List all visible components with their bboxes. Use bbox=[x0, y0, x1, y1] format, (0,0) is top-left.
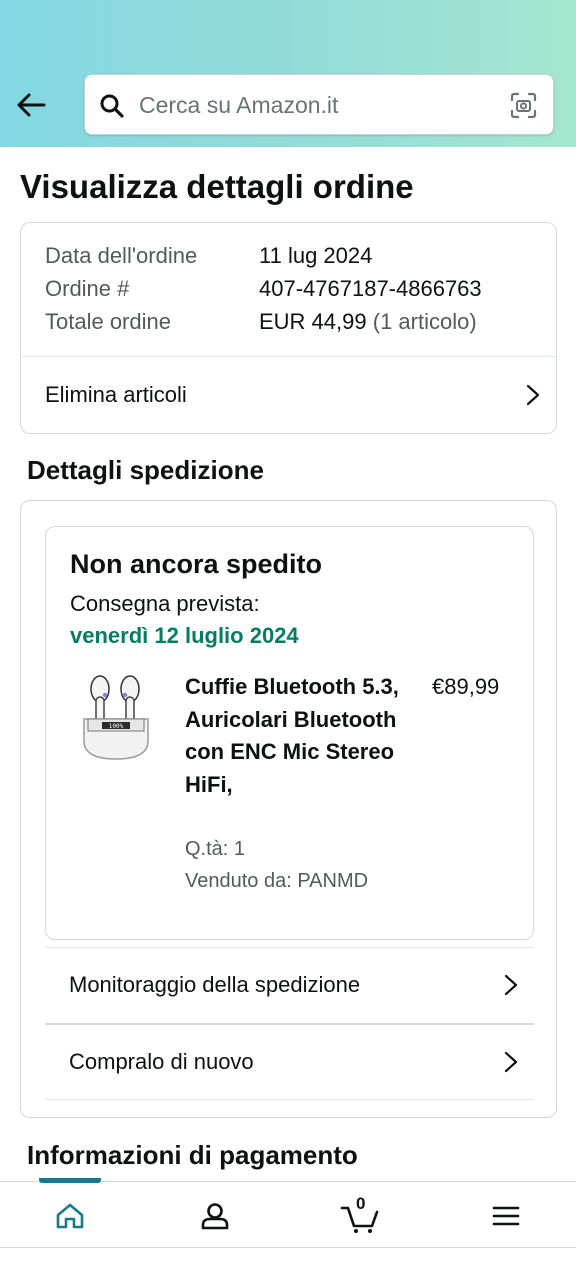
cart-count-badge: 0 bbox=[356, 1194, 366, 1213]
menu-icon bbox=[492, 1206, 520, 1226]
order-number-value: 407-4767187-4866763 bbox=[259, 276, 482, 301]
shipment-item-card: Non ancora spedito Consegna prevista: ve… bbox=[45, 526, 534, 940]
search-bar[interactable] bbox=[84, 74, 554, 135]
order-date-value: 11 lug 2024 bbox=[259, 243, 373, 268]
search-input[interactable] bbox=[139, 87, 499, 123]
product-price: €89,99 bbox=[432, 674, 500, 699]
nav-menu[interactable] bbox=[481, 1194, 531, 1238]
track-shipment-label: Monitoraggio della spedizione bbox=[69, 972, 361, 997]
nav-home[interactable] bbox=[45, 1194, 95, 1238]
top-bar bbox=[0, 0, 576, 147]
delivery-label: Consegna prevista: bbox=[70, 591, 260, 616]
chevron-right-icon bbox=[504, 974, 518, 996]
divider bbox=[45, 1099, 534, 1100]
bottom-navigation: 0 bbox=[0, 1178, 576, 1247]
delete-items-label: Elimina articoli bbox=[45, 382, 187, 407]
order-item-count: (1 articolo) bbox=[372, 309, 477, 334]
order-date-label: Data dell'ordine bbox=[45, 243, 198, 268]
page-title: Visualizza dettagli ordine bbox=[20, 168, 414, 205]
back-arrow-icon bbox=[17, 93, 46, 117]
home-icon bbox=[56, 1203, 84, 1229]
product-seller: Venduto da: PANMD bbox=[185, 870, 369, 892]
nav-account[interactable] bbox=[190, 1194, 240, 1238]
buy-again-label: Compralo di nuovo bbox=[69, 1049, 254, 1074]
shipping-card: Non ancora spedito Consegna prevista: ve… bbox=[20, 500, 557, 1118]
payment-section-title: Informazioni di pagamento bbox=[27, 1140, 358, 1170]
shipment-status: Non ancora spedito bbox=[70, 549, 323, 579]
product-title-link[interactable]: Cuffie Bluetooth 5.3, Auricolari Bluetoo… bbox=[185, 671, 405, 801]
order-total-label: Totale ordine bbox=[45, 309, 171, 334]
delete-items-link[interactable]: Elimina articoli bbox=[45, 357, 540, 433]
order-number-label: Ordine # bbox=[45, 276, 130, 301]
back-button[interactable] bbox=[14, 90, 48, 120]
chevron-right-icon bbox=[526, 384, 540, 406]
nav-cart[interactable]: 0 bbox=[333, 1194, 389, 1238]
delivery-date: venerdì 12 luglio 2024 bbox=[70, 623, 299, 648]
system-navigation-bar bbox=[0, 1247, 576, 1280]
chevron-right-icon bbox=[504, 1051, 518, 1073]
product-quantity: Q.tà: 1 bbox=[185, 838, 246, 860]
order-total-value: EUR 44,99 bbox=[259, 309, 367, 334]
camera-scan-icon[interactable] bbox=[510, 92, 537, 119]
search-icon bbox=[100, 94, 124, 118]
product-image[interactable]: 100% bbox=[80, 669, 152, 765]
buy-again-link[interactable]: Compralo di nuovo bbox=[69, 1025, 518, 1099]
track-shipment-link[interactable]: Monitoraggio della spedizione bbox=[69, 948, 518, 1022]
account-icon bbox=[201, 1203, 229, 1230]
order-total-value-wrap: EUR 44,99 (1 articolo) bbox=[259, 309, 477, 335]
shipping-section-title: Dettagli spedizione bbox=[27, 455, 264, 485]
order-summary-card: Data dell'ordine 11 lug 2024 Ordine # 40… bbox=[20, 222, 557, 434]
active-tab-indicator bbox=[39, 1178, 101, 1183]
svg-text:100%: 100% bbox=[109, 723, 124, 730]
